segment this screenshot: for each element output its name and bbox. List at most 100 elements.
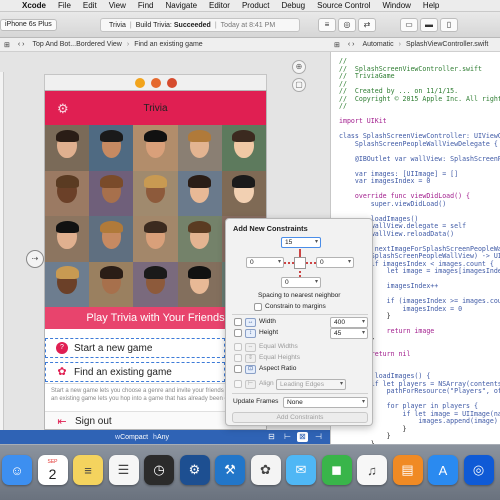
chevron-down-icon[interactable]: ▾ <box>278 258 281 267</box>
start-game-row[interactable]: ? Start a new game <box>45 338 225 358</box>
photos-icon[interactable]: ✿ <box>250 455 281 485</box>
calendar-icon[interactable]: SEP 2 <box>37 455 68 485</box>
menu-debug[interactable]: Debug <box>276 1 312 10</box>
top-pin-strut[interactable] <box>299 249 301 257</box>
chevron-down-icon[interactable]: ▾ <box>348 258 351 267</box>
player-hair <box>232 175 256 188</box>
utilities-toggle-icon[interactable]: ▯ <box>440 18 458 32</box>
aspect-ratio-icon: ⊡ <box>245 365 256 374</box>
update-frames-select[interactable]: None ▾ <box>283 397 368 408</box>
menu-navigate[interactable]: Navigate <box>159 1 203 10</box>
width-checkbox[interactable] <box>234 318 242 326</box>
menu-editor[interactable]: Editor <box>203 1 236 10</box>
xcode-icon[interactable]: ⚒ <box>215 455 245 485</box>
appstore-icon[interactable]: A <box>428 455 458 485</box>
breadcrumb-selected[interactable]: Find an existing game <box>130 41 206 48</box>
menu-help[interactable]: Help <box>417 1 445 10</box>
player-hair <box>143 175 167 188</box>
code-line[interactable]: // <box>339 101 347 111</box>
size-class-control[interactable]: wCompact hAny <box>115 434 169 441</box>
scheme-selector[interactable]: iPhone 6s Plus <box>0 19 57 31</box>
dashboard-icon[interactable]: ◷ <box>144 455 174 485</box>
menu-view[interactable]: View <box>103 1 132 10</box>
messages-icon[interactable]: ✉ <box>286 455 316 485</box>
margins-checkbox[interactable] <box>254 303 262 311</box>
assistant-nav-icon[interactable]: ‹ › <box>344 41 359 48</box>
activity-time: Today at 8:41 PM <box>220 21 276 29</box>
nav-title: Trivia <box>143 102 168 114</box>
menu-window[interactable]: Window <box>376 1 416 10</box>
code-line[interactable]: // Copyright © 2015 Apple Inc. All right… <box>339 94 500 104</box>
code-line[interactable]: import UIKit <box>339 116 387 126</box>
menu-edit[interactable]: Edit <box>77 1 103 10</box>
assistant-grid-icon[interactable]: ⊞ <box>330 41 344 49</box>
jump-nav-icon[interactable]: ‹ › <box>14 41 29 48</box>
code-line[interactable]: // TriviaGame <box>339 71 395 81</box>
player-photo <box>221 125 266 171</box>
first-responder-icon[interactable] <box>150 77 161 88</box>
assistant-mode[interactable]: Automatic <box>358 41 397 48</box>
editor-version-icon[interactable]: ⇄ <box>358 18 376 32</box>
align-icon[interactable]: ⊢ <box>282 432 293 442</box>
chevron-down-icon[interactable]: ▾ <box>315 278 318 287</box>
player-hair <box>99 129 123 143</box>
breadcrumb-container[interactable]: Top And Bot...Bordered View <box>28 41 125 48</box>
finder-icon[interactable]: ☺ <box>2 455 32 485</box>
facetime-icon[interactable]: ◼ <box>321 455 352 485</box>
jump-back-icon[interactable]: ⊞ <box>0 41 14 49</box>
navigator-toggle-icon[interactable]: ▭ <box>400 18 418 32</box>
gear-icon[interactable]: ⚙ <box>57 101 69 117</box>
code-line[interactable]: super.viewDidLoad() <box>339 199 446 209</box>
chevron-down-icon[interactable]: ▾ <box>362 318 365 327</box>
itunes-icon[interactable]: ♫ <box>357 455 387 485</box>
width-field[interactable]: 400 ▾ <box>330 317 368 328</box>
left-spacing-value: 0 <box>250 259 254 266</box>
menu-bar: Xcode File Edit View Find Navigate Edito… <box>0 0 500 12</box>
right-pin-strut[interactable] <box>306 262 316 264</box>
assistant-file[interactable]: SplashViewController.swift <box>402 41 492 48</box>
player-photo <box>45 125 90 171</box>
instruments-icon[interactable]: ⚙ <box>179 455 210 485</box>
bottom-pin-strut[interactable] <box>299 269 301 277</box>
resolve-issues-icon[interactable]: ⊣ <box>313 432 324 442</box>
menu-source-control[interactable]: Source Control <box>311 1 376 10</box>
menu-product[interactable]: Product <box>236 1 276 10</box>
navigation-bar: ⚙ Trivia <box>45 91 266 125</box>
zoom-fit-icon[interactable]: ⊕ <box>292 60 306 74</box>
aspect-ratio-checkbox[interactable] <box>234 365 242 373</box>
object-library-icon[interactable]: ▢ <box>292 78 306 92</box>
menu-xcode[interactable]: Xcode <box>16 1 52 10</box>
exit-icon[interactable] <box>166 77 177 88</box>
chevron-down-icon[interactable]: ▾ <box>315 238 318 247</box>
height-checkbox[interactable] <box>234 329 242 337</box>
finder-more-icon[interactable]: ◎ <box>463 455 494 485</box>
reminders-icon[interactable]: ☰ <box>108 455 139 485</box>
chevron-down-icon[interactable]: ▾ <box>362 329 365 338</box>
top-spacing-field[interactable]: 15 ▾ <box>281 237 321 248</box>
menu-file[interactable]: File <box>52 1 77 10</box>
add-constraints-popover: Add New Constraints 15 ▾ 0 ▾ 0 ▾ 0 ▾ Spacing… <box>225 218 373 426</box>
right-spacing-field[interactable]: 0 ▾ <box>316 257 354 268</box>
editor-assistant-icon[interactable]: ◎ <box>338 18 356 32</box>
chevron-down-icon[interactable]: ▾ <box>362 398 365 407</box>
editor-standard-icon[interactable]: ≡ <box>318 18 336 32</box>
left-pin-strut[interactable] <box>284 262 294 264</box>
segue-handle-icon[interactable]: ⇢ <box>26 250 44 268</box>
width-icon: ↔ <box>245 318 256 327</box>
ibooks-icon[interactable]: ▤ <box>392 455 423 485</box>
notes-icon[interactable]: ≡ <box>73 455 103 485</box>
find-game-row[interactable]: ✿ Find an existing game <box>45 362 225 382</box>
debug-toggle-icon[interactable]: ▬ <box>420 18 438 32</box>
height-field[interactable]: 45 ▾ <box>330 328 368 339</box>
code-line[interactable]: @IBOutlet var wallView: SplashScreenPeop <box>339 154 500 164</box>
bottom-spacing-field[interactable]: 0 ▾ <box>281 277 321 288</box>
code-line[interactable]: var imagesIndex = 0 <box>339 176 430 186</box>
pin-icon[interactable]: ⊠ <box>297 432 308 442</box>
code-line[interactable]: SplashScreenPeopleWallViewDelegate { <box>339 139 498 149</box>
stack-icon[interactable]: ⊟ <box>266 432 277 442</box>
activity-status: Succeeded <box>173 21 211 29</box>
menu-find[interactable]: Find <box>132 1 160 10</box>
player-hair <box>143 129 167 143</box>
view-controller-icon[interactable] <box>134 77 145 88</box>
left-spacing-field[interactable]: 0 ▾ <box>246 257 284 268</box>
